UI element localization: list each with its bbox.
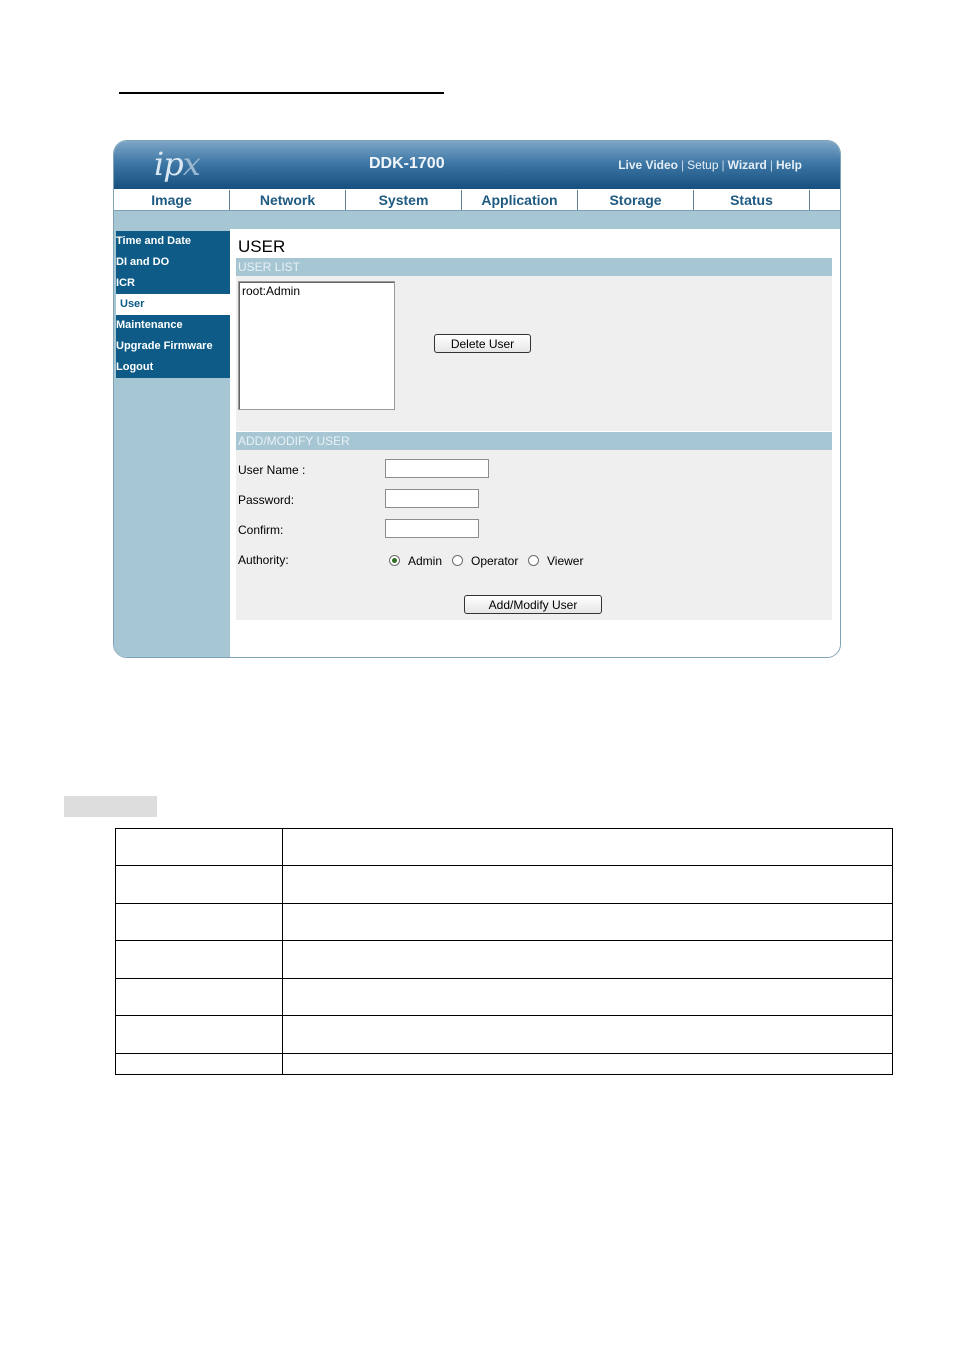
table-row [115, 1053, 893, 1075]
authority-viewer-radio[interactable] [528, 555, 539, 566]
header-banner: ipx DDK-1700 Live Video | Setup | Wizard | Hel… [114, 141, 840, 189]
table-row [115, 865, 893, 904]
top-links: Live Video | Setup | Wizard | Help [618, 158, 802, 172]
page-title: USER [238, 237, 286, 256]
sidebar-item-upgrade-firmware[interactable]: Upgrade Firmware [116, 336, 230, 357]
sidebar-item-user[interactable]: User [116, 294, 230, 315]
table-row [115, 828, 893, 866]
delete-user-button[interactable]: Delete User [434, 334, 531, 353]
table-row [115, 903, 893, 941]
sidebar-item-di-and-do[interactable]: DI and DO [116, 252, 230, 273]
authority-label: Authority: [238, 553, 289, 567]
username-label: User Name : [238, 463, 306, 477]
password-input[interactable] [385, 489, 479, 508]
authority-operator-label: Operator [471, 554, 519, 568]
sidebar-menu: Time and Date DI and DO ICR User Mainten… [116, 231, 230, 378]
tab-application[interactable]: Application [462, 190, 578, 210]
sidebar-item-icr[interactable]: ICR [116, 273, 230, 294]
tab-storage[interactable]: Storage [578, 190, 694, 210]
user-list-box[interactable]: root:Admin [238, 281, 395, 410]
tab-system[interactable]: System [346, 190, 462, 210]
link-help[interactable]: Help [776, 158, 802, 172]
document-table [115, 828, 893, 1075]
main-tabs: Image Network System Application Storage… [114, 190, 840, 211]
sidebar-item-logout[interactable]: Logout [116, 357, 230, 378]
authority-admin-label: Admin [408, 554, 443, 568]
table-row [115, 978, 893, 1016]
link-wizard[interactable]: Wizard [728, 158, 767, 172]
model-name: DDK-1700 [369, 155, 445, 172]
sub-header-strip [114, 211, 840, 229]
confirm-password-input[interactable] [385, 519, 479, 538]
document-top-rule [119, 92, 444, 94]
add-modify-heading: ADD/MODIFY USER [236, 432, 832, 450]
table-row [115, 1015, 893, 1054]
user-list-heading: USER LIST [236, 258, 832, 276]
link-live-video[interactable]: Live Video [618, 158, 678, 172]
main-content: USER USER LIST root:Admin Delete User AD… [232, 229, 840, 657]
tab-image[interactable]: Image [114, 190, 230, 210]
sidebar-item-maintenance[interactable]: Maintenance [116, 315, 230, 336]
ipx-logo: ipx [154, 145, 201, 183]
user-list-item[interactable]: root:Admin [239, 282, 394, 300]
authority-admin-radio[interactable] [389, 555, 400, 566]
sidebar: Time and Date DI and DO ICR User Mainten… [114, 229, 230, 657]
authority-operator-radio[interactable] [452, 555, 463, 566]
sidebar-item-time-and-date[interactable]: Time and Date [116, 231, 230, 252]
password-label: Password: [238, 493, 295, 507]
username-input[interactable] [385, 459, 489, 478]
link-setup[interactable]: Setup [687, 158, 718, 172]
device-web-ui: ipx DDK-1700 Live Video | Setup | Wizard | Hel… [113, 140, 841, 658]
tab-status[interactable]: Status [694, 190, 810, 210]
add-modify-user-button[interactable]: Add/Modify User [464, 595, 602, 614]
table-row [115, 940, 893, 979]
confirm-label: Confirm: [238, 523, 284, 537]
authority-viewer-label: Viewer [547, 554, 584, 568]
document-gray-label-bar [64, 796, 157, 817]
tab-network[interactable]: Network [230, 190, 346, 210]
